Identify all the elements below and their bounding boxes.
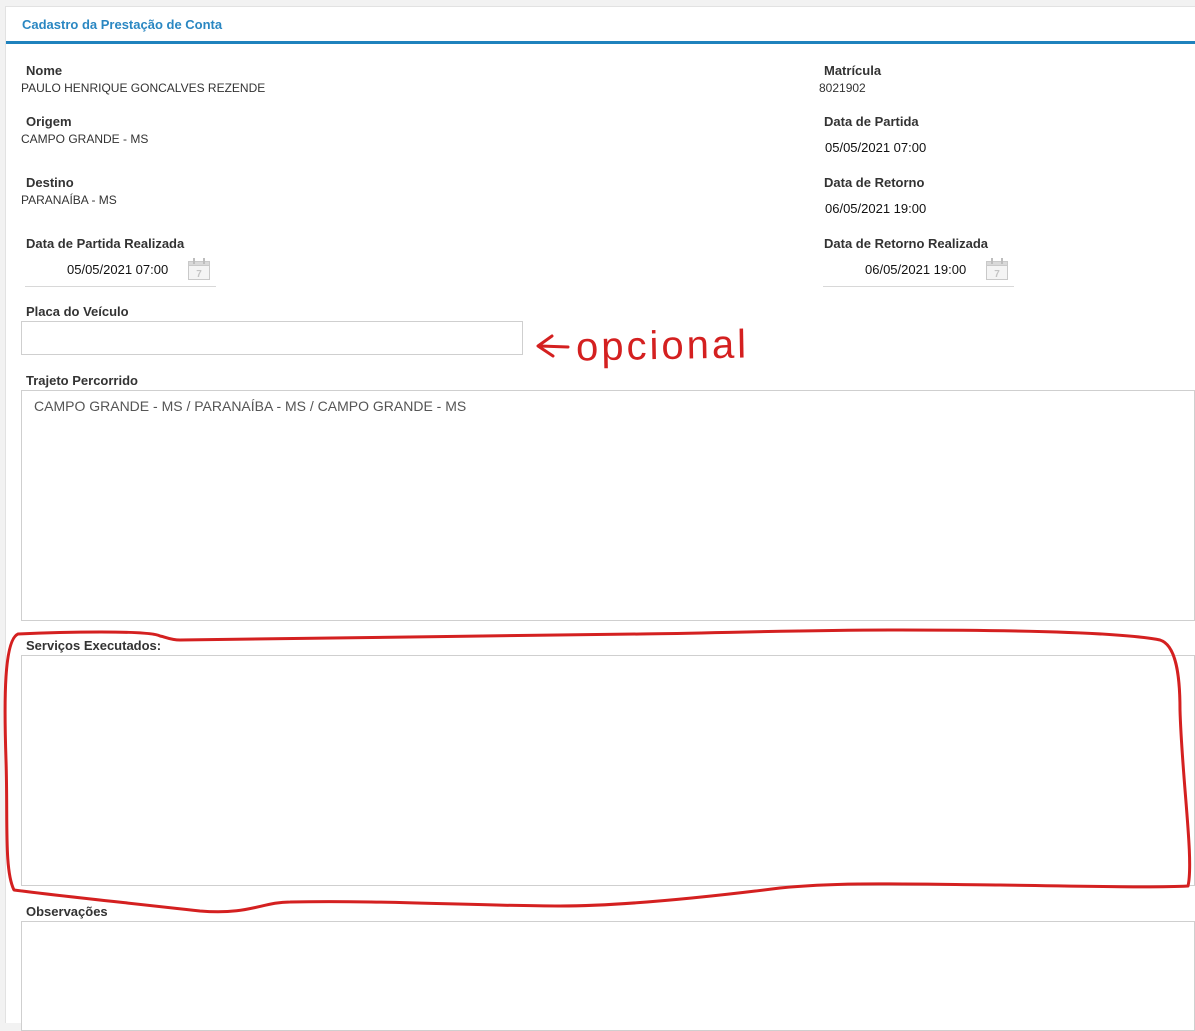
matricula-label: Matrícula bbox=[824, 63, 882, 78]
origem-value: CAMPO GRANDE - MS bbox=[21, 132, 149, 146]
panel-title-underline bbox=[6, 41, 1195, 44]
data-partida-realizada-value: 05/05/2021 07:00 bbox=[67, 262, 169, 277]
data-partida-value: 05/05/2021 07:00 bbox=[825, 140, 927, 155]
placa-label: Placa do Veículo bbox=[26, 304, 129, 319]
trajeto-textarea[interactable]: CAMPO GRANDE - MS / PARANAÍBA - MS / CAM… bbox=[21, 390, 1195, 621]
data-retorno-realizada-value: 06/05/2021 19:00 bbox=[865, 262, 967, 277]
trajeto-label: Trajeto Percorrido bbox=[26, 373, 138, 388]
placa-input[interactable] bbox=[21, 321, 523, 355]
observacoes-textarea[interactable] bbox=[21, 921, 1195, 1031]
observacoes-label: Observações bbox=[26, 904, 108, 919]
data-retorno-realizada-label: Data de Retorno Realizada bbox=[824, 236, 988, 251]
calendar-icon[interactable]: 7 bbox=[187, 257, 211, 281]
svg-text:7: 7 bbox=[994, 269, 1000, 280]
destino-value: PARANAÍBA - MS bbox=[21, 193, 117, 207]
servicos-label: Serviços Executados: bbox=[26, 638, 162, 653]
nome-label: Nome bbox=[26, 63, 63, 78]
data-retorno-realizada-field[interactable]: 06/05/2021 19:00 7 bbox=[823, 254, 1014, 287]
matricula-value: 8021902 bbox=[819, 81, 866, 95]
calendar-icon[interactable]: 7 bbox=[985, 257, 1009, 281]
data-partida-realizada-field[interactable]: 05/05/2021 07:00 7 bbox=[25, 254, 216, 287]
destino-label: Destino bbox=[26, 175, 74, 190]
data-retorno-label: Data de Retorno bbox=[824, 175, 925, 190]
servicos-textarea[interactable] bbox=[21, 655, 1195, 886]
data-partida-realizada-label: Data de Partida Realizada bbox=[26, 236, 185, 251]
data-partida-label: Data de Partida bbox=[824, 114, 919, 129]
panel-title: Cadastro da Prestação de Conta bbox=[22, 17, 223, 32]
svg-text:7: 7 bbox=[196, 269, 202, 280]
origem-label: Origem bbox=[26, 114, 72, 129]
nome-value: PAULO HENRIQUE GONCALVES REZENDE bbox=[21, 81, 266, 95]
data-retorno-value: 06/05/2021 19:00 bbox=[825, 201, 927, 216]
